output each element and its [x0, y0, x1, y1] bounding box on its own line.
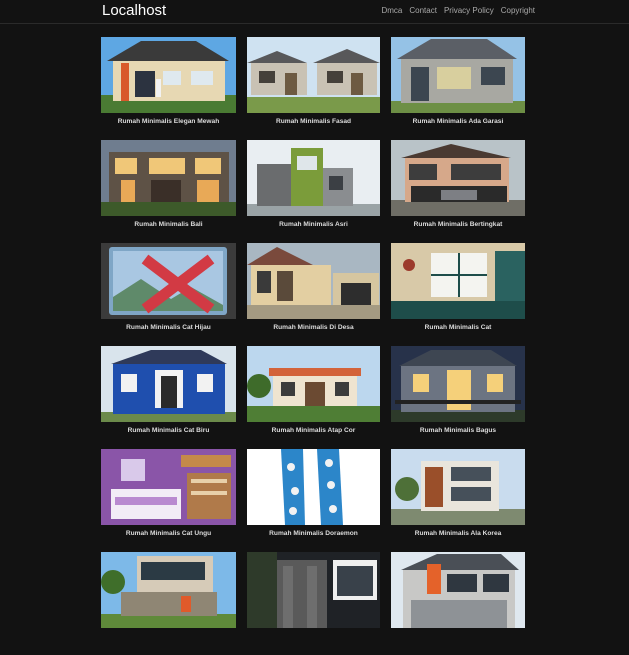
post-thumbnail[interactable] — [101, 346, 236, 422]
post-grid: Rumah Minimalis Elegan Mewah Rumah Minim… — [101, 37, 525, 655]
post-title[interactable]: Rumah Minimalis Bali — [101, 221, 236, 228]
post-thumbnail[interactable] — [391, 449, 525, 525]
nav-link-contact[interactable]: Contact — [409, 6, 437, 15]
post-title[interactable]: Rumah Minimalis Ada Garasi — [391, 118, 525, 125]
post-thumbnail[interactable] — [391, 37, 525, 113]
post-card[interactable]: Rumah Minimalis Ala Korea — [391, 449, 525, 552]
post-thumbnail[interactable] — [247, 449, 380, 525]
post-thumbnail[interactable] — [247, 140, 380, 216]
post-thumbnail[interactable] — [391, 243, 525, 319]
post-card[interactable]: Rumah Minimalis Bagus — [391, 346, 525, 449]
post-card[interactable] — [101, 552, 236, 655]
post-title[interactable]: Rumah Minimalis Cat Biru — [101, 427, 236, 434]
post-thumbnail[interactable] — [101, 140, 236, 216]
post-title[interactable]: Rumah Minimalis Cat — [391, 324, 525, 331]
post-title[interactable]: Rumah Minimalis Bertingkat — [391, 221, 525, 228]
post-card[interactable]: Rumah Minimalis Bali — [101, 140, 236, 243]
post-thumbnail[interactable] — [101, 37, 236, 113]
post-thumbnail[interactable] — [391, 140, 525, 216]
post-thumbnail[interactable] — [101, 449, 236, 525]
post-card[interactable]: Rumah Minimalis Bertingkat — [391, 140, 525, 243]
post-title[interactable]: Rumah Minimalis Fasad — [247, 118, 380, 125]
post-card[interactable]: Rumah Minimalis Di Desa — [247, 243, 380, 346]
post-card[interactable] — [247, 552, 380, 655]
post-title[interactable]: Rumah Minimalis Atap Cor — [247, 427, 380, 434]
post-thumbnail[interactable] — [247, 552, 380, 628]
post-card[interactable]: Rumah Minimalis Elegan Mewah — [101, 37, 236, 140]
post-card[interactable]: Rumah Minimalis Atap Cor — [247, 346, 380, 449]
nav-link-privacy-policy[interactable]: Privacy Policy — [444, 6, 494, 15]
nav-link-dmca[interactable]: Dmca — [381, 6, 402, 15]
post-title[interactable]: Rumah Minimalis Ala Korea — [391, 530, 525, 537]
post-thumbnail[interactable] — [247, 346, 380, 422]
post-card[interactable]: Rumah Minimalis Doraemon — [247, 449, 380, 552]
site-title-link[interactable]: Localhost — [102, 2, 166, 19]
post-title[interactable]: Rumah Minimalis Di Desa — [247, 324, 380, 331]
top-navbar: Localhost Dmca Contact Privacy Policy Co… — [0, 0, 629, 24]
post-card[interactable]: Rumah Minimalis Ada Garasi — [391, 37, 525, 140]
post-thumbnail[interactable] — [391, 552, 525, 628]
post-card[interactable]: Rumah Minimalis Asri — [247, 140, 380, 243]
post-title[interactable]: Rumah Minimalis Bagus — [391, 427, 525, 434]
post-thumbnail[interactable] — [247, 37, 380, 113]
post-thumbnail[interactable] — [247, 243, 380, 319]
post-title[interactable]: Rumah Minimalis Cat Hijau — [101, 324, 236, 331]
post-card[interactable] — [391, 552, 525, 655]
post-card[interactable]: Rumah Minimalis Cat Hijau — [101, 243, 236, 346]
nav-menu: Dmca Contact Privacy Policy Copyright — [381, 6, 535, 15]
post-title[interactable]: Rumah Minimalis Doraemon — [247, 530, 380, 537]
post-thumbnail[interactable] — [101, 243, 236, 319]
post-card[interactable]: Rumah Minimalis Cat Ungu — [101, 449, 236, 552]
post-thumbnail[interactable] — [391, 346, 525, 422]
nav-link-copyright[interactable]: Copyright — [501, 6, 535, 15]
post-card[interactable]: Rumah Minimalis Fasad — [247, 37, 380, 140]
post-title[interactable]: Rumah Minimalis Elegan Mewah — [101, 118, 236, 125]
post-card[interactable]: Rumah Minimalis Cat — [391, 243, 525, 346]
post-card[interactable]: Rumah Minimalis Cat Biru — [101, 346, 236, 449]
post-title[interactable]: Rumah Minimalis Cat Ungu — [101, 530, 236, 537]
post-thumbnail[interactable] — [101, 552, 236, 628]
post-title[interactable]: Rumah Minimalis Asri — [247, 221, 380, 228]
